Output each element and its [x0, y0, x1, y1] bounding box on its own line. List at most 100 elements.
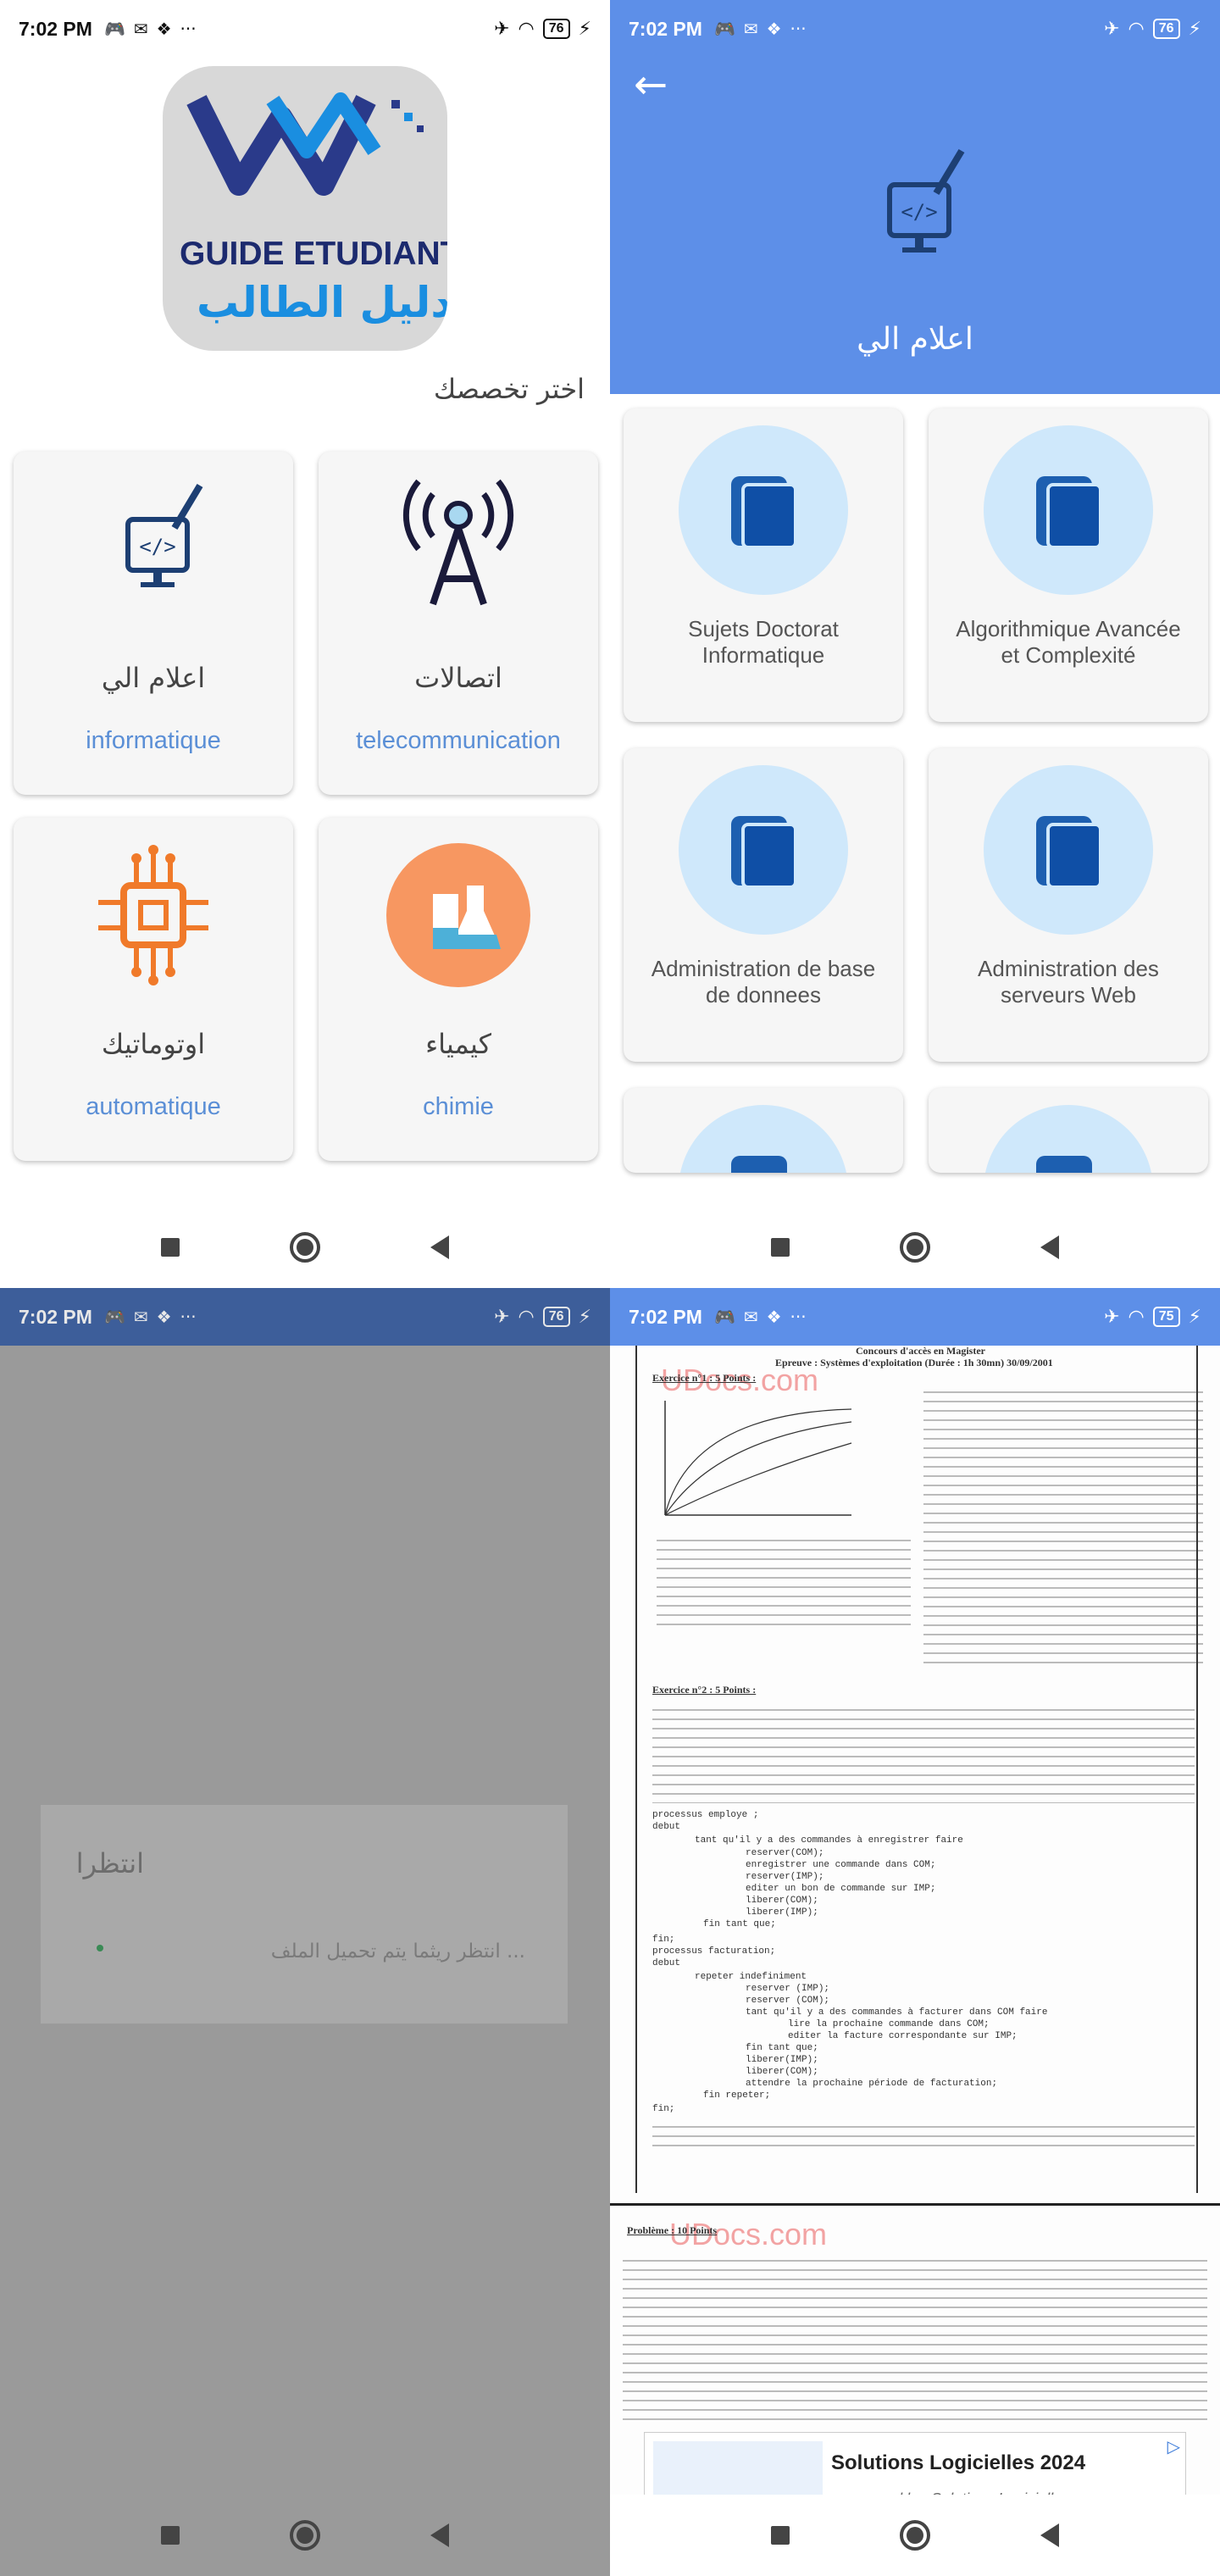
- mail-icon: ✉: [133, 19, 148, 39]
- recent-apps-button[interactable]: [161, 1238, 180, 1257]
- code-line: editer un bon de commande sur IMP;: [746, 1884, 936, 1894]
- book-icon: [731, 476, 797, 549]
- code-line: fin repeter;: [703, 2090, 771, 2101]
- text-block: [652, 2118, 1195, 2152]
- code-line: liberer(COM);: [746, 1896, 818, 1906]
- airplane-icon: ✈: [1104, 18, 1120, 40]
- wifi-icon: ◠: [518, 1306, 535, 1328]
- dialog-title: انتظرا: [75, 1847, 144, 1879]
- code-line: attendre la prochaine période de factura…: [746, 2079, 998, 2089]
- recent-apps-button[interactable]: [161, 2526, 180, 2545]
- code-line: processus employe ;: [652, 1810, 759, 1820]
- code-line: debut: [652, 1958, 681, 1968]
- subject-label: Administration des serveurs Web: [978, 956, 1159, 1008]
- loading-screen: 7:02 PM 🎮 ✉ ❖ ··· ✈ ◠ 76 ⚡ انتظرا انتظر …: [0, 1288, 610, 2576]
- code-line: liberer(IMP);: [746, 1907, 818, 1918]
- status-bar: 7:02 PM 🎮 ✉ ❖ ··· ✈ ◠ 76 ⚡: [0, 0, 610, 58]
- status-bar: 7:02 PM 🎮 ✉ ❖ ··· ✈ ◠ 75 ⚡: [610, 1288, 1220, 1346]
- wifi-icon: ◠: [518, 18, 535, 40]
- back-button[interactable]: [430, 1235, 449, 1259]
- status-time: 7:02 PM: [19, 17, 92, 40]
- mail-icon: ✉: [133, 1307, 148, 1327]
- dropbox-icon: ❖: [156, 19, 172, 39]
- logo-text-ar: دليل الطالب: [197, 278, 447, 327]
- ad-choices-icon[interactable]: ▷: [1167, 2436, 1180, 2457]
- logo-mark-icon: [186, 92, 424, 196]
- subject-card[interactable]: Administration des serveurs Web: [929, 748, 1208, 1062]
- card-chimie[interactable]: كيمياء chimie: [319, 818, 598, 1161]
- code-line: reserver(COM);: [746, 1848, 824, 1858]
- code-line: reserver(IMP);: [746, 1872, 824, 1882]
- book-icon: [731, 1156, 787, 1173]
- code-line: tant qu'il y a des commandes à facturer …: [746, 2007, 1048, 2018]
- back-button[interactable]: [1040, 2523, 1059, 2547]
- subject-card[interactable]: Algorithmique Avancée et Complexité: [929, 408, 1208, 722]
- card-informatique[interactable]: </> اعلام الي informatique: [14, 452, 293, 795]
- card-label-ar: اعلام الي: [101, 662, 206, 694]
- mail-icon: ✉: [743, 19, 758, 39]
- code-line: reserver (IMP);: [746, 1984, 830, 1994]
- subject-card[interactable]: [624, 1088, 903, 1173]
- status-time: 7:02 PM: [19, 1305, 92, 1328]
- code-line: liberer(IMP);: [746, 2055, 818, 2065]
- text-block: [652, 1702, 1195, 1803]
- game-icon: 🎮: [103, 19, 125, 39]
- charging-icon: ⚡: [1188, 18, 1201, 40]
- subject-card[interactable]: [929, 1088, 1208, 1173]
- code-line: fin tant que;: [746, 2043, 818, 2053]
- doc-subheading: Epreuve : Systèmes d'exploitation (Durée…: [775, 1357, 1053, 1368]
- back-button[interactable]: [430, 2523, 449, 2547]
- exercise-2-title: Exercice n°2 : 5 Points :: [652, 1684, 757, 1696]
- figure-graph: [664, 1401, 852, 1516]
- subject-label: Algorithmique Avancée et Complexité: [956, 616, 1181, 668]
- card-label-ar: اتصالات: [414, 662, 502, 694]
- exercise-1-title: Exercice n°1 : 5 Points :: [652, 1372, 757, 1384]
- nav-bar: [0, 2495, 610, 2576]
- subject-label: Administration de base de donnees: [651, 956, 876, 1008]
- card-label-ar: كيمياء: [425, 1028, 491, 1060]
- status-bar: 7:02 PM 🎮 ✉ ❖ ··· ✈ ◠ 76 ⚡: [610, 0, 1220, 58]
- battery-icon: 75: [1152, 1307, 1180, 1327]
- mail-icon: ✉: [743, 1307, 758, 1327]
- code-line: fin;: [652, 1935, 675, 1945]
- code-line: fin tant que;: [703, 1919, 776, 1929]
- recent-apps-button[interactable]: [771, 1238, 790, 1257]
- code-line: liberer(COM);: [746, 2067, 818, 2077]
- document-viewer-screen: 7:02 PM 🎮 ✉ ❖ ··· ✈ ◠ 75 ⚡ UDocs.com Con…: [610, 1288, 1220, 2576]
- home-button[interactable]: [900, 2520, 930, 2551]
- home-button[interactable]: [290, 1232, 320, 1263]
- pdf-document[interactable]: UDocs.com Concours d'accès en Magister E…: [610, 1346, 1220, 2495]
- code-line: lire la prochaine commande dans COM;: [788, 2019, 990, 2029]
- text-block: [923, 1384, 1203, 1663]
- doc-heading: Concours d'accès en Magister: [856, 1346, 985, 1357]
- code-line: processus facturation;: [652, 1946, 776, 1957]
- status-time: 7:02 PM: [629, 17, 702, 40]
- wifi-icon: ◠: [1128, 18, 1145, 40]
- home-button[interactable]: [290, 2520, 320, 2551]
- recent-apps-button[interactable]: [771, 2526, 790, 2545]
- charging-icon: ⚡: [1188, 1306, 1201, 1328]
- page-title: اعلام الي: [857, 322, 973, 357]
- back-arrow-icon[interactable]: ←: [634, 61, 668, 108]
- antenna-icon: [402, 479, 514, 606]
- subject-card[interactable]: Sujets Doctorat Informatique: [624, 408, 903, 722]
- home-button[interactable]: [900, 1232, 930, 1263]
- more-icon: ···: [180, 1307, 197, 1327]
- subjects-header: 7:02 PM 🎮 ✉ ❖ ··· ✈ ◠ 76 ⚡ ← </> اعلام ا…: [610, 0, 1220, 394]
- game-icon: 🎮: [713, 19, 735, 39]
- book-icon: [1036, 476, 1102, 549]
- battery-icon: 76: [1152, 19, 1180, 39]
- ad-title: Solutions Logicielles 2024: [831, 2451, 1086, 2474]
- status-bar: 7:02 PM 🎮 ✉ ❖ ··· ✈ ◠ 76 ⚡: [0, 1288, 610, 1346]
- dialog-message: انتظر ريثما يتم تحميل الملف ...: [270, 1940, 525, 1963]
- nav-bar: [610, 2495, 1220, 2576]
- subject-card[interactable]: Administration de base de donnees: [624, 748, 903, 1062]
- back-button[interactable]: [1040, 1235, 1059, 1259]
- card-automatique[interactable]: اوتوماتيك automatique: [14, 818, 293, 1161]
- text-block: [623, 2252, 1207, 2422]
- more-icon: ···: [790, 1307, 807, 1327]
- card-telecommunication[interactable]: اتصالات telecommunication: [319, 452, 598, 795]
- svg-text:</>: </>: [901, 200, 937, 224]
- nav-bar: [0, 1207, 610, 1288]
- svg-text:</>: </>: [139, 535, 175, 558]
